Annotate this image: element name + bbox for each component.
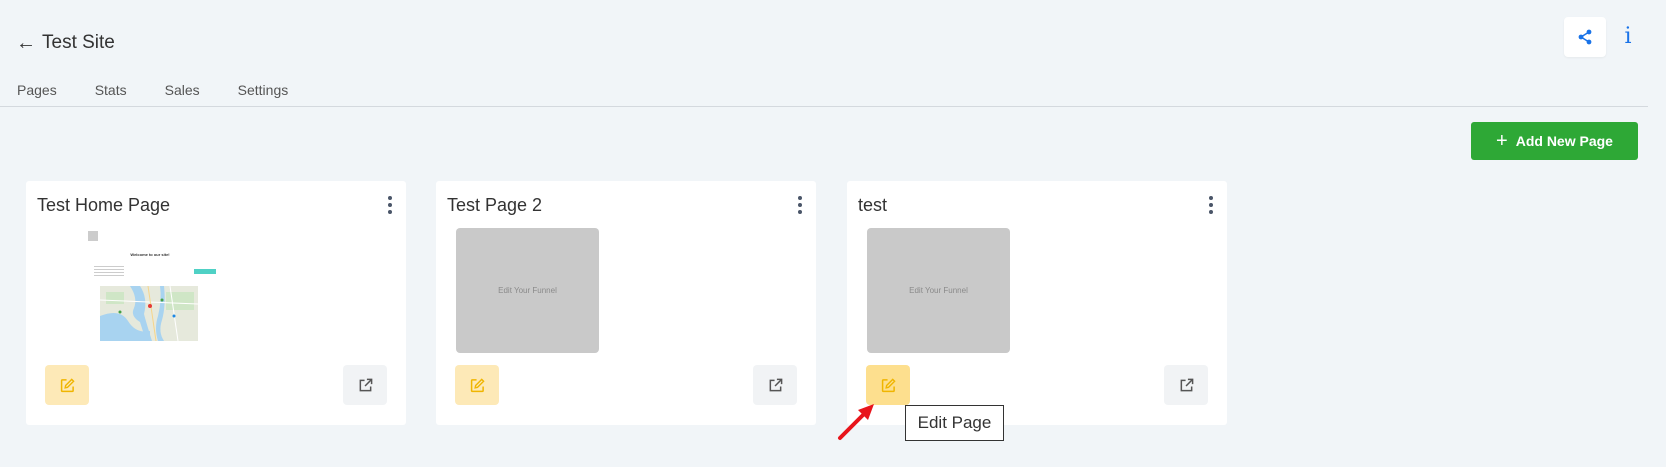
more-options-icon[interactable] <box>1207 196 1215 214</box>
page-header: ← Test Site i Pages Stats Sales Settings <box>0 0 1666 108</box>
thumbnail-heading: Welcome to our site! <box>130 252 170 257</box>
annotation-arrow-icon <box>838 404 874 440</box>
tab-stats[interactable]: Stats <box>95 80 127 100</box>
edit-icon <box>881 377 896 392</box>
add-new-page-button[interactable]: + Add New Page <box>1471 122 1638 160</box>
back-row: ← Test Site <box>16 30 115 56</box>
edit-icon <box>470 377 485 392</box>
arrow-left-icon[interactable]: ← <box>16 31 38 55</box>
tab-pages[interactable]: Pages <box>17 80 57 100</box>
info-icon[interactable]: i <box>1618 17 1638 57</box>
more-options-icon[interactable] <box>386 196 394 214</box>
thumbnail-button <box>194 269 216 274</box>
thumbnail-logo <box>88 231 98 241</box>
card-title: Test Page 2 <box>447 195 543 215</box>
page-preview-placeholder: Edit Your Funnel <box>867 228 1010 353</box>
external-link-icon <box>769 378 782 391</box>
tab-sales[interactable]: Sales <box>165 80 200 100</box>
thumbnail-text-lines <box>94 266 124 278</box>
tab-settings[interactable]: Settings <box>238 80 289 100</box>
external-link-icon <box>1180 378 1193 391</box>
edit-page-button[interactable] <box>45 365 89 405</box>
header-divider <box>0 106 1648 107</box>
plus-icon: + <box>1496 130 1508 152</box>
page-card: Test Home Page Welcome to our site! <box>26 181 406 425</box>
card-title: Test Home Page <box>37 195 171 215</box>
share-icon <box>1578 29 1592 45</box>
top-actions: i <box>1564 17 1638 57</box>
page-preview-placeholder: Edit Your Funnel <box>456 228 599 353</box>
page-preview-thumbnail: Welcome to our site! <box>88 228 216 343</box>
external-link-icon <box>359 378 372 391</box>
more-options-icon[interactable] <box>796 196 804 214</box>
page-card: Test Page 2 Edit Your Funnel <box>436 181 816 425</box>
edit-icon <box>60 377 75 392</box>
edit-page-button[interactable] <box>455 365 499 405</box>
page-title: Test Site <box>42 32 115 53</box>
thumbnail-map <box>100 286 198 341</box>
share-button[interactable] <box>1564 17 1606 57</box>
page-card: test Edit Your Funnel <box>847 181 1227 425</box>
open-page-button[interactable] <box>1164 365 1208 405</box>
open-page-button[interactable] <box>753 365 797 405</box>
card-title: test <box>858 195 888 215</box>
add-new-page-label: Add New Page <box>1515 133 1613 149</box>
tab-bar: Pages Stats Sales Settings <box>17 80 326 100</box>
open-page-button[interactable] <box>343 365 387 405</box>
edit-page-tooltip: Edit Page <box>905 405 1004 441</box>
